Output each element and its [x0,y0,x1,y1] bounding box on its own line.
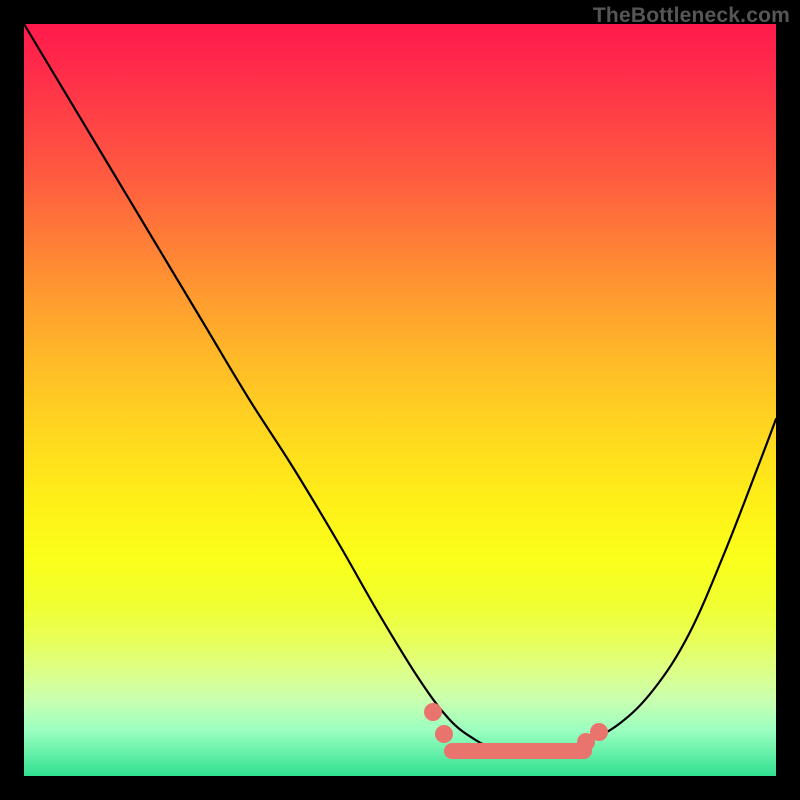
chart-svg [24,24,776,776]
marker-dot [435,725,453,743]
marker-dot [424,703,442,721]
bottleneck-curve [24,24,776,751]
watermark-text: TheBottleneck.com [593,4,790,28]
gradient-plot-area [24,24,776,776]
marker-dots [424,703,608,751]
marker-dot [590,723,608,741]
